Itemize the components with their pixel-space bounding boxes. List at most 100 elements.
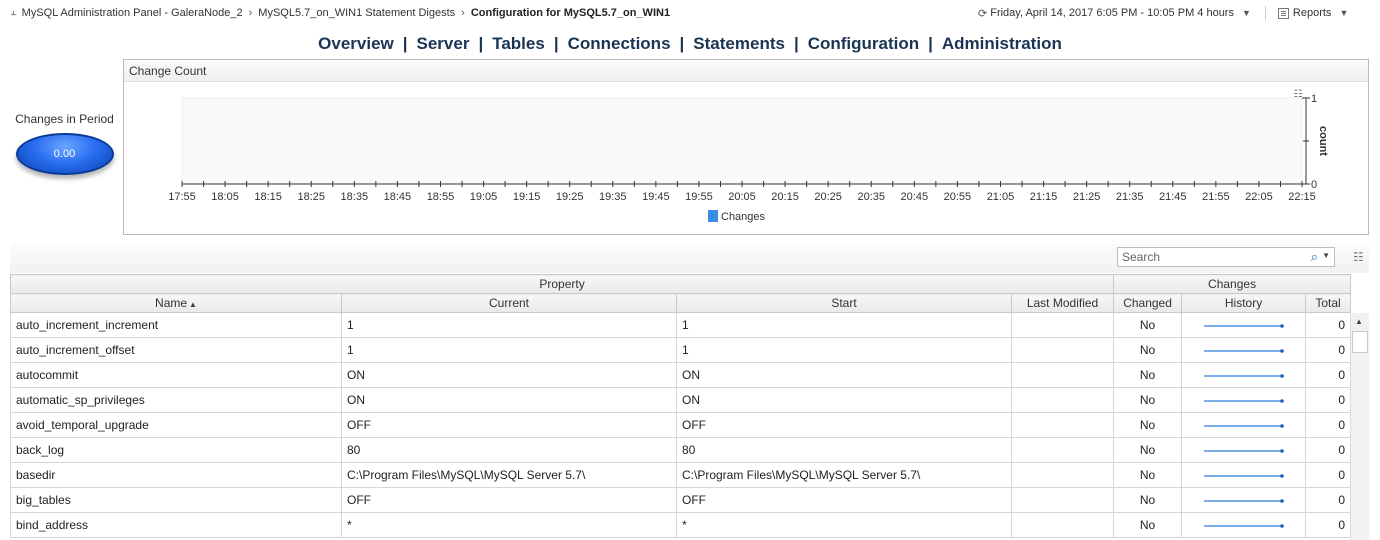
y-tick-label: 1 (1311, 93, 1317, 105)
cell-total: 0 (1305, 312, 1352, 338)
scroll-up-icon[interactable]: ▲ (1355, 317, 1363, 326)
reports-button[interactable]: Reports (1293, 7, 1332, 19)
cell-name: back_log (10, 437, 342, 463)
cell-changed: No (1113, 387, 1183, 413)
x-tick-label: 21:55 (1202, 191, 1230, 203)
group-header-changes: Changes (1113, 274, 1352, 294)
gauge-value-oval[interactable]: 0.00 (15, 133, 114, 175)
table-scrollbar[interactable]: ▲ (1350, 313, 1369, 540)
table-row[interactable]: autocommit ON ON No 0 (10, 362, 1370, 388)
x-tick-label: 19:25 (556, 191, 584, 203)
nav-configuration[interactable]: Configuration (808, 34, 919, 53)
tree-icon[interactable]: ⫠ (10, 6, 17, 19)
toolbar-divider (1264, 6, 1266, 20)
sort-ascending-icon: ▲ (189, 300, 197, 309)
cell-last-modified (1010, 312, 1115, 338)
time-range-icon: ⟳ (978, 7, 988, 20)
cell-name: avoid_temporal_upgrade (10, 412, 342, 438)
chevron-down-icon[interactable]: ▼ (1322, 251, 1330, 260)
breadcrumb-item-panel[interactable]: MySQL Administration Panel - GaleraNode_… (22, 7, 243, 19)
x-tick-label: 18:35 (341, 191, 369, 203)
column-header-start[interactable]: Start (676, 293, 1012, 313)
x-tick-label: 21:35 (1116, 191, 1144, 203)
nav-overview[interactable]: Overview (318, 34, 394, 53)
cell-current: C:\Program Files\MySQL\MySQL Server 5.7\ (341, 462, 677, 488)
nav-separator: | (402, 34, 408, 53)
cell-name: auto_increment_increment (10, 312, 342, 338)
cell-name: auto_increment_offset (10, 337, 342, 363)
x-tick-label: 20:25 (814, 191, 842, 203)
cell-last-modified (1010, 412, 1115, 438)
time-range-label[interactable]: Friday, April 14, 2017 6:05 PM - 10:05 P… (990, 7, 1234, 19)
cell-last-modified (1010, 337, 1115, 363)
table-row[interactable]: auto_increment_offset 1 1 No 0 (10, 337, 1370, 363)
plot-area (181, 97, 1303, 185)
cell-history (1181, 312, 1307, 338)
search-input[interactable] (1118, 248, 1298, 266)
scrollbar-thumb[interactable] (1352, 331, 1368, 353)
table-row[interactable]: bind_address * * No 0 (10, 512, 1370, 538)
cell-start: OFF (676, 412, 1012, 438)
main-nav: Overview | Server | Tables | Connections | State… (0, 34, 1380, 54)
x-tick-label: 20:55 (944, 191, 972, 203)
table-row[interactable]: back_log 80 80 No 0 (10, 437, 1370, 463)
cell-changed: No (1113, 512, 1183, 538)
top-bar: ⫠ MySQL Administration Panel - GaleraNod… (0, 0, 1380, 26)
table-row[interactable]: big_tables OFF OFF No 0 (10, 487, 1370, 513)
nav-administration[interactable]: Administration (942, 34, 1062, 53)
nav-statements[interactable]: Statements (693, 34, 785, 53)
chart-options-icon[interactable]: ☷ (1294, 89, 1303, 100)
column-header-total[interactable]: Total (1305, 293, 1352, 313)
x-tick-label: 20:15 (771, 191, 799, 203)
history-sparkline (1203, 399, 1284, 403)
x-tick-label: 22:05 (1245, 191, 1273, 203)
x-tick-label: 19:45 (642, 191, 670, 203)
history-sparkline (1203, 374, 1284, 378)
chevron-down-icon[interactable]: ▼ (1339, 8, 1348, 18)
column-header-changed[interactable]: Changed (1113, 293, 1183, 313)
breadcrumb-item-digests[interactable]: MySQL5.7_on_WIN1 Statement Digests (258, 7, 455, 19)
cell-total: 0 (1305, 487, 1352, 513)
column-options-icon[interactable]: ☷ (1353, 250, 1364, 264)
cell-start: * (676, 512, 1012, 538)
cell-start: ON (676, 362, 1012, 388)
legend-label-changes[interactable]: Changes (721, 211, 766, 223)
legend-swatch-changes (708, 210, 718, 222)
nav-server[interactable]: Server (417, 34, 470, 53)
cell-history (1181, 462, 1307, 488)
column-header-name[interactable]: Name ▲ (10, 293, 342, 313)
sparkline-end-point (1279, 349, 1284, 353)
cell-changed: No (1113, 312, 1183, 338)
column-header-last-modified[interactable]: Last Modified (1010, 293, 1115, 313)
table-row[interactable]: auto_increment_increment 1 1 No 0 (10, 312, 1370, 338)
x-tick-label: 19:35 (599, 191, 627, 203)
x-tick-label: 20:05 (728, 191, 756, 203)
column-header-current[interactable]: Current (341, 293, 677, 313)
x-tick-label: 20:45 (901, 191, 929, 203)
cell-name: autocommit (10, 362, 342, 388)
cell-start: C:\Program Files\MySQL\MySQL Server 5.7\ (676, 462, 1012, 488)
table-row[interactable]: basedir C:\Program Files\MySQL\MySQL Serv… (10, 462, 1370, 488)
nav-connections[interactable]: Connections (568, 34, 671, 53)
x-tick-label: 19:55 (685, 191, 713, 203)
cell-current: ON (341, 362, 677, 388)
nav-separator: | (478, 34, 484, 53)
search-icon[interactable]: ⌕ (1311, 249, 1318, 265)
cell-total: 0 (1305, 437, 1352, 463)
table-row[interactable]: automatic_sp_privileges ON ON No 0 (10, 387, 1370, 413)
history-sparkline (1203, 474, 1284, 478)
panel-title: Change Count (124, 60, 1368, 82)
cell-total: 0 (1305, 512, 1352, 538)
sparkline-end-point (1279, 399, 1284, 403)
cell-changed: No (1113, 412, 1183, 438)
cell-last-modified (1010, 462, 1115, 488)
nav-tables[interactable]: Tables (492, 34, 545, 53)
cell-history (1181, 387, 1307, 413)
cell-last-modified (1010, 437, 1115, 463)
cell-total: 0 (1305, 337, 1352, 363)
x-tick-label: 22:15 (1288, 191, 1316, 203)
column-header-history[interactable]: History (1181, 293, 1307, 313)
chevron-down-icon[interactable]: ▼ (1242, 8, 1251, 18)
nav-separator: | (793, 34, 799, 53)
table-row[interactable]: avoid_temporal_upgrade OFF OFF No 0 (10, 412, 1370, 438)
